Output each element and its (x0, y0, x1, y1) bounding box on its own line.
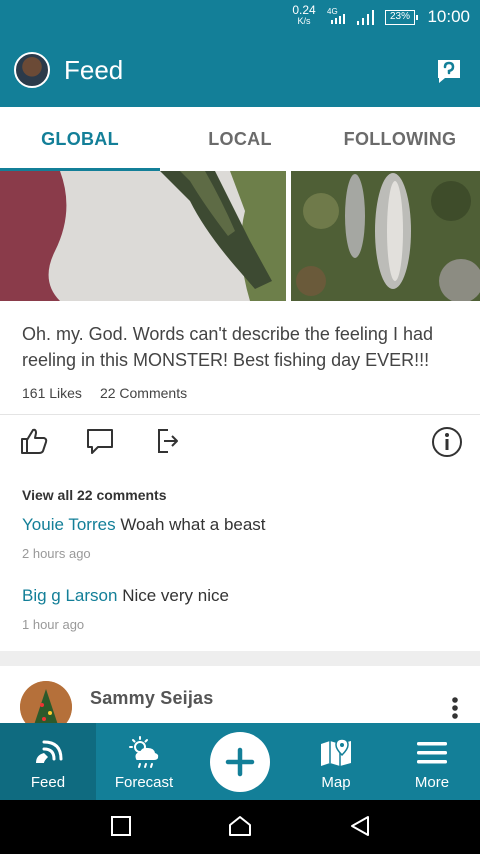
comment-time: 2 hours ago (22, 546, 91, 561)
system-nav-bar (0, 800, 480, 854)
messages-icon[interactable] (436, 58, 462, 84)
nav-forecast[interactable]: Forecast (96, 723, 192, 800)
comment-author[interactable]: Youie Torres (22, 515, 116, 534)
network-speed: 0.24 K/s (290, 3, 318, 27)
profile-avatar[interactable] (14, 52, 50, 88)
tab-global[interactable]: GLOBAL (0, 107, 160, 171)
divider (0, 414, 480, 415)
bottom-nav: Feed Forecast Map More (0, 723, 480, 800)
signal-strength-icon (357, 10, 374, 25)
comments-count[interactable]: 22 Comments (100, 385, 187, 401)
home-icon[interactable] (228, 815, 252, 837)
comment: Youie Torres Woah what a beast (22, 515, 266, 535)
nav-more-label: More (414, 774, 450, 791)
like-icon[interactable] (20, 427, 48, 455)
comment-text: Nice very nice (122, 586, 229, 605)
post-card: Oh. my. God. Words can't describe the fe… (0, 171, 480, 651)
post-photo-fish-ground[interactable] (291, 171, 480, 301)
tab-following[interactable]: FOLLOWING (320, 107, 480, 171)
nav-feed-label: Feed (30, 774, 66, 791)
comment-icon[interactable] (86, 427, 114, 455)
post-stats: 161 Likes 22 Comments (22, 385, 187, 401)
battery-icon: 23% (385, 10, 418, 25)
recents-icon[interactable] (110, 815, 132, 837)
nav-feed[interactable]: Feed (0, 723, 96, 800)
svg-text:4G: 4G (327, 7, 338, 16)
more-options-icon[interactable] (451, 696, 459, 720)
map-icon (321, 738, 351, 766)
network-speed-unit: K/s (297, 16, 311, 26)
feed-tabs: GLOBAL LOCAL FOLLOWING (0, 107, 480, 171)
add-post-button[interactable] (210, 732, 270, 792)
tab-local[interactable]: LOCAL (160, 107, 320, 171)
status-bar: 0.24 K/s 4G 23% 10:00 (0, 0, 480, 34)
comment-text: Woah what a beast (120, 515, 266, 534)
nav-map-label: Map (321, 774, 351, 791)
app-bar: Feed (0, 34, 480, 107)
next-post-author[interactable]: Sammy Seijas (90, 688, 213, 709)
comment-author[interactable]: Big g Larson (22, 586, 117, 605)
forecast-icon (129, 736, 159, 768)
nav-more[interactable]: More (384, 723, 480, 800)
network-signal-4g-icon: 4G (327, 7, 345, 24)
likes-count[interactable]: 161 Likes (22, 385, 82, 401)
next-post-card: Sammy Seijas (0, 666, 480, 723)
network-speed-value: 0.24 (292, 3, 316, 17)
nav-map[interactable]: Map (288, 723, 384, 800)
feed-icon (36, 740, 63, 763)
post-text: Oh. my. God. Words can't describe the fe… (22, 324, 433, 370)
next-post-avatar[interactable] (20, 681, 72, 723)
back-icon[interactable] (349, 815, 371, 837)
page-title: Feed (64, 55, 124, 85)
view-all-comments-link[interactable]: View all 22 comments (22, 487, 166, 503)
share-icon[interactable] (156, 427, 180, 455)
comment: Big g Larson Nice very nice (22, 586, 229, 606)
comment-time: 1 hour ago (22, 617, 85, 632)
plus-icon (225, 747, 255, 777)
nav-forecast-label: Forecast (114, 774, 174, 791)
menu-icon (417, 742, 447, 764)
clock: 10:00 (427, 7, 470, 26)
info-icon[interactable] (431, 426, 463, 458)
feed-content[interactable]: Oh. my. God. Words can't describe the fe… (0, 171, 480, 723)
post-photo-fish-held[interactable] (0, 171, 286, 301)
